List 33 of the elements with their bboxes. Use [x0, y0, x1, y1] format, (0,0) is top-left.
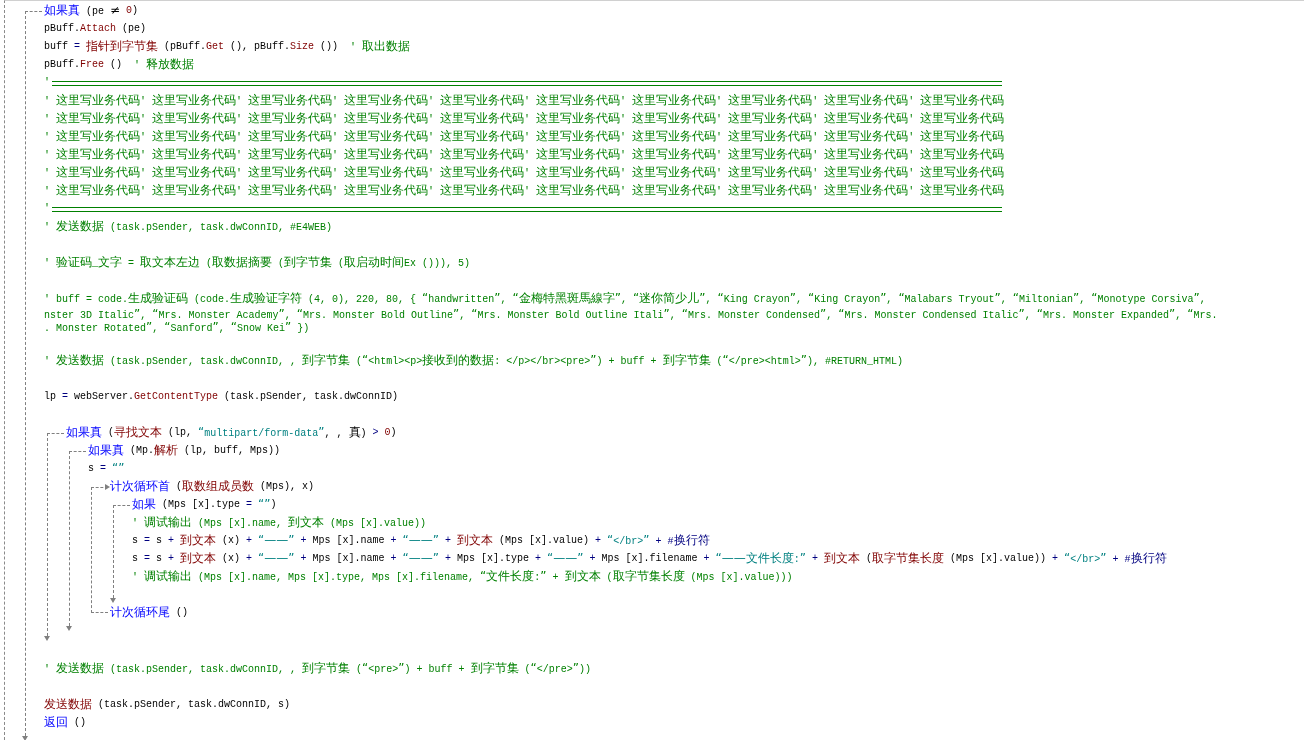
code-line: 返回 ()	[44, 714, 86, 731]
code-line: lp = webServer.GetContentType (task.pSender, task.dwConnID)	[44, 390, 399, 404]
code-line: ' 验证码_文字 = 取文本左边 (取数据摘要 (到字节集 (取启动时间Ex ())), 5)	[44, 254, 471, 271]
code-line: s = “”	[88, 460, 125, 477]
code-line: pBuff.Free () ' 释放数据	[44, 56, 195, 73]
code-line: ' 发送数据 (task.pSender, task.dwConnID, , 到字节集 (“<html><p>接收到的数据: </p></br><pre>”) + buff + 到字节集 (“</pre><html>”), #RETURN_HTML)	[44, 352, 904, 369]
code-line: 如果真 (pe ≠ 0)	[44, 2, 139, 19]
code-line: . Monster Rotated”, “Sanford”, “Snow Kei” })	[44, 321, 310, 334]
code-line: ' 发送数据 (task.pSender, task.dwConnID, , 到字节集 (“<pre>”) + buff + 到字节集 (“</pre>”))	[44, 660, 592, 677]
code-line: '	[44, 200, 1002, 218]
code-line: ' 这里写业务代码' 这里写业务代码' 这里写业务代码' 这里写业务代码' 这里写业务代码' 这里写业务代码' 这里写业务代码' 这里写业务代码' 这里写业务代码' 这里写业务代码	[44, 110, 1005, 127]
code-line: ' 这里写业务代码' 这里写业务代码' 这里写业务代码' 这里写业务代码' 这里写业务代码' 这里写业务代码' 这里写业务代码' 这里写业务代码' 这里写业务代码' 这里写业务代码	[44, 182, 1005, 199]
code-editor[interactable]	[4, 0, 1304, 740]
code-line: s = s + 到文本 (x) + “——” + Mps [x].name + “——” + 到文本 (Mps [x].value) + “</br>” + #换行符	[132, 532, 710, 549]
code-line: 计次循环尾 ()	[110, 604, 188, 621]
code-line: 计次循环首 (取数组成员数 (Mps), x)	[110, 478, 315, 495]
code-line: ' 这里写业务代码' 这里写业务代码' 这里写业务代码' 这里写业务代码' 这里写业务代码' 这里写业务代码' 这里写业务代码' 这里写业务代码' 这里写业务代码' 这里写业务代码	[44, 128, 1005, 145]
code-line: ' 这里写业务代码' 这里写业务代码' 这里写业务代码' 这里写业务代码' 这里写业务代码' 这里写业务代码' 这里写业务代码' 这里写业务代码' 这里写业务代码' 这里写业务代码	[44, 146, 1005, 163]
code-line: ' 这里写业务代码' 这里写业务代码' 这里写业务代码' 这里写业务代码' 这里写业务代码' 这里写业务代码' 这里写业务代码' 这里写业务代码' 这里写业务代码' 这里写业务代码	[44, 164, 1005, 181]
code-line: '	[44, 74, 1002, 92]
code-line: 发送数据 (task.pSender, task.dwConnID, s)	[44, 696, 291, 713]
code-line: 如果真 (Mp.解析 (lp, buff, Mps))	[88, 442, 281, 459]
code-line: pBuff.Attach (pe)	[44, 22, 147, 36]
code-line: 如果 (Mps [x].type = “”)	[132, 496, 277, 513]
code-line: ' 这里写业务代码' 这里写业务代码' 这里写业务代码' 这里写业务代码' 这里写业务代码' 这里写业务代码' 这里写业务代码' 这里写业务代码' 这里写业务代码' 这里写业务代码	[44, 92, 1005, 109]
code-line: ' 调试输出 (Mps [x].name, 到文本 (Mps [x].value))	[132, 514, 427, 531]
code-line: ' buff = code.生成验证码 (code.生成验证字符 (4, 0), 220, 80, { “handwritten”, “金梅特黑斑馬線字”, “迷你简少儿”, “King Crayon”, “King Crayon”, “Malabars Tryout”, “Miltonian”, “Monotype Corsiva”,	[44, 290, 1206, 307]
code-line: s = s + 到文本 (x) + “——” + Mps [x].name + “——” + Mps [x].type + “——” + Mps [x].filename + “——文件长度:” + 到文本 (取字节集长度 (Mps [x].value)) + “</br>” + #换行符	[132, 550, 1167, 567]
code-line: buff = 指针到字节集 (pBuff.Get (), pBuff.Size ()) ' 取出数据	[44, 38, 411, 55]
code-line: ' 发送数据 (task.pSender, task.dwConnID, #E4WEB)	[44, 218, 333, 235]
code-line: nster 3D Italic”, “Mrs. Monster Academy”, “Mrs. Monster Bold Outline”, “Mrs. Monster Bold Outline Itali”, “Mrs. Monster Condensed”, “Mrs. Monster Condensed Italic”, “Mrs. Monster Expanded”, “Mrs.	[44, 308, 1218, 321]
code-line: ' 调试输出 (Mps [x].name, Mps [x].type, Mps [x].filename, “文件长度:” + 到文本 (取字节集长度 (Mps [x].value)))	[132, 568, 793, 585]
code-line: 如果真 (寻找文本 (lp, “multipart/form-data”, , 真) > 0)	[66, 424, 397, 441]
